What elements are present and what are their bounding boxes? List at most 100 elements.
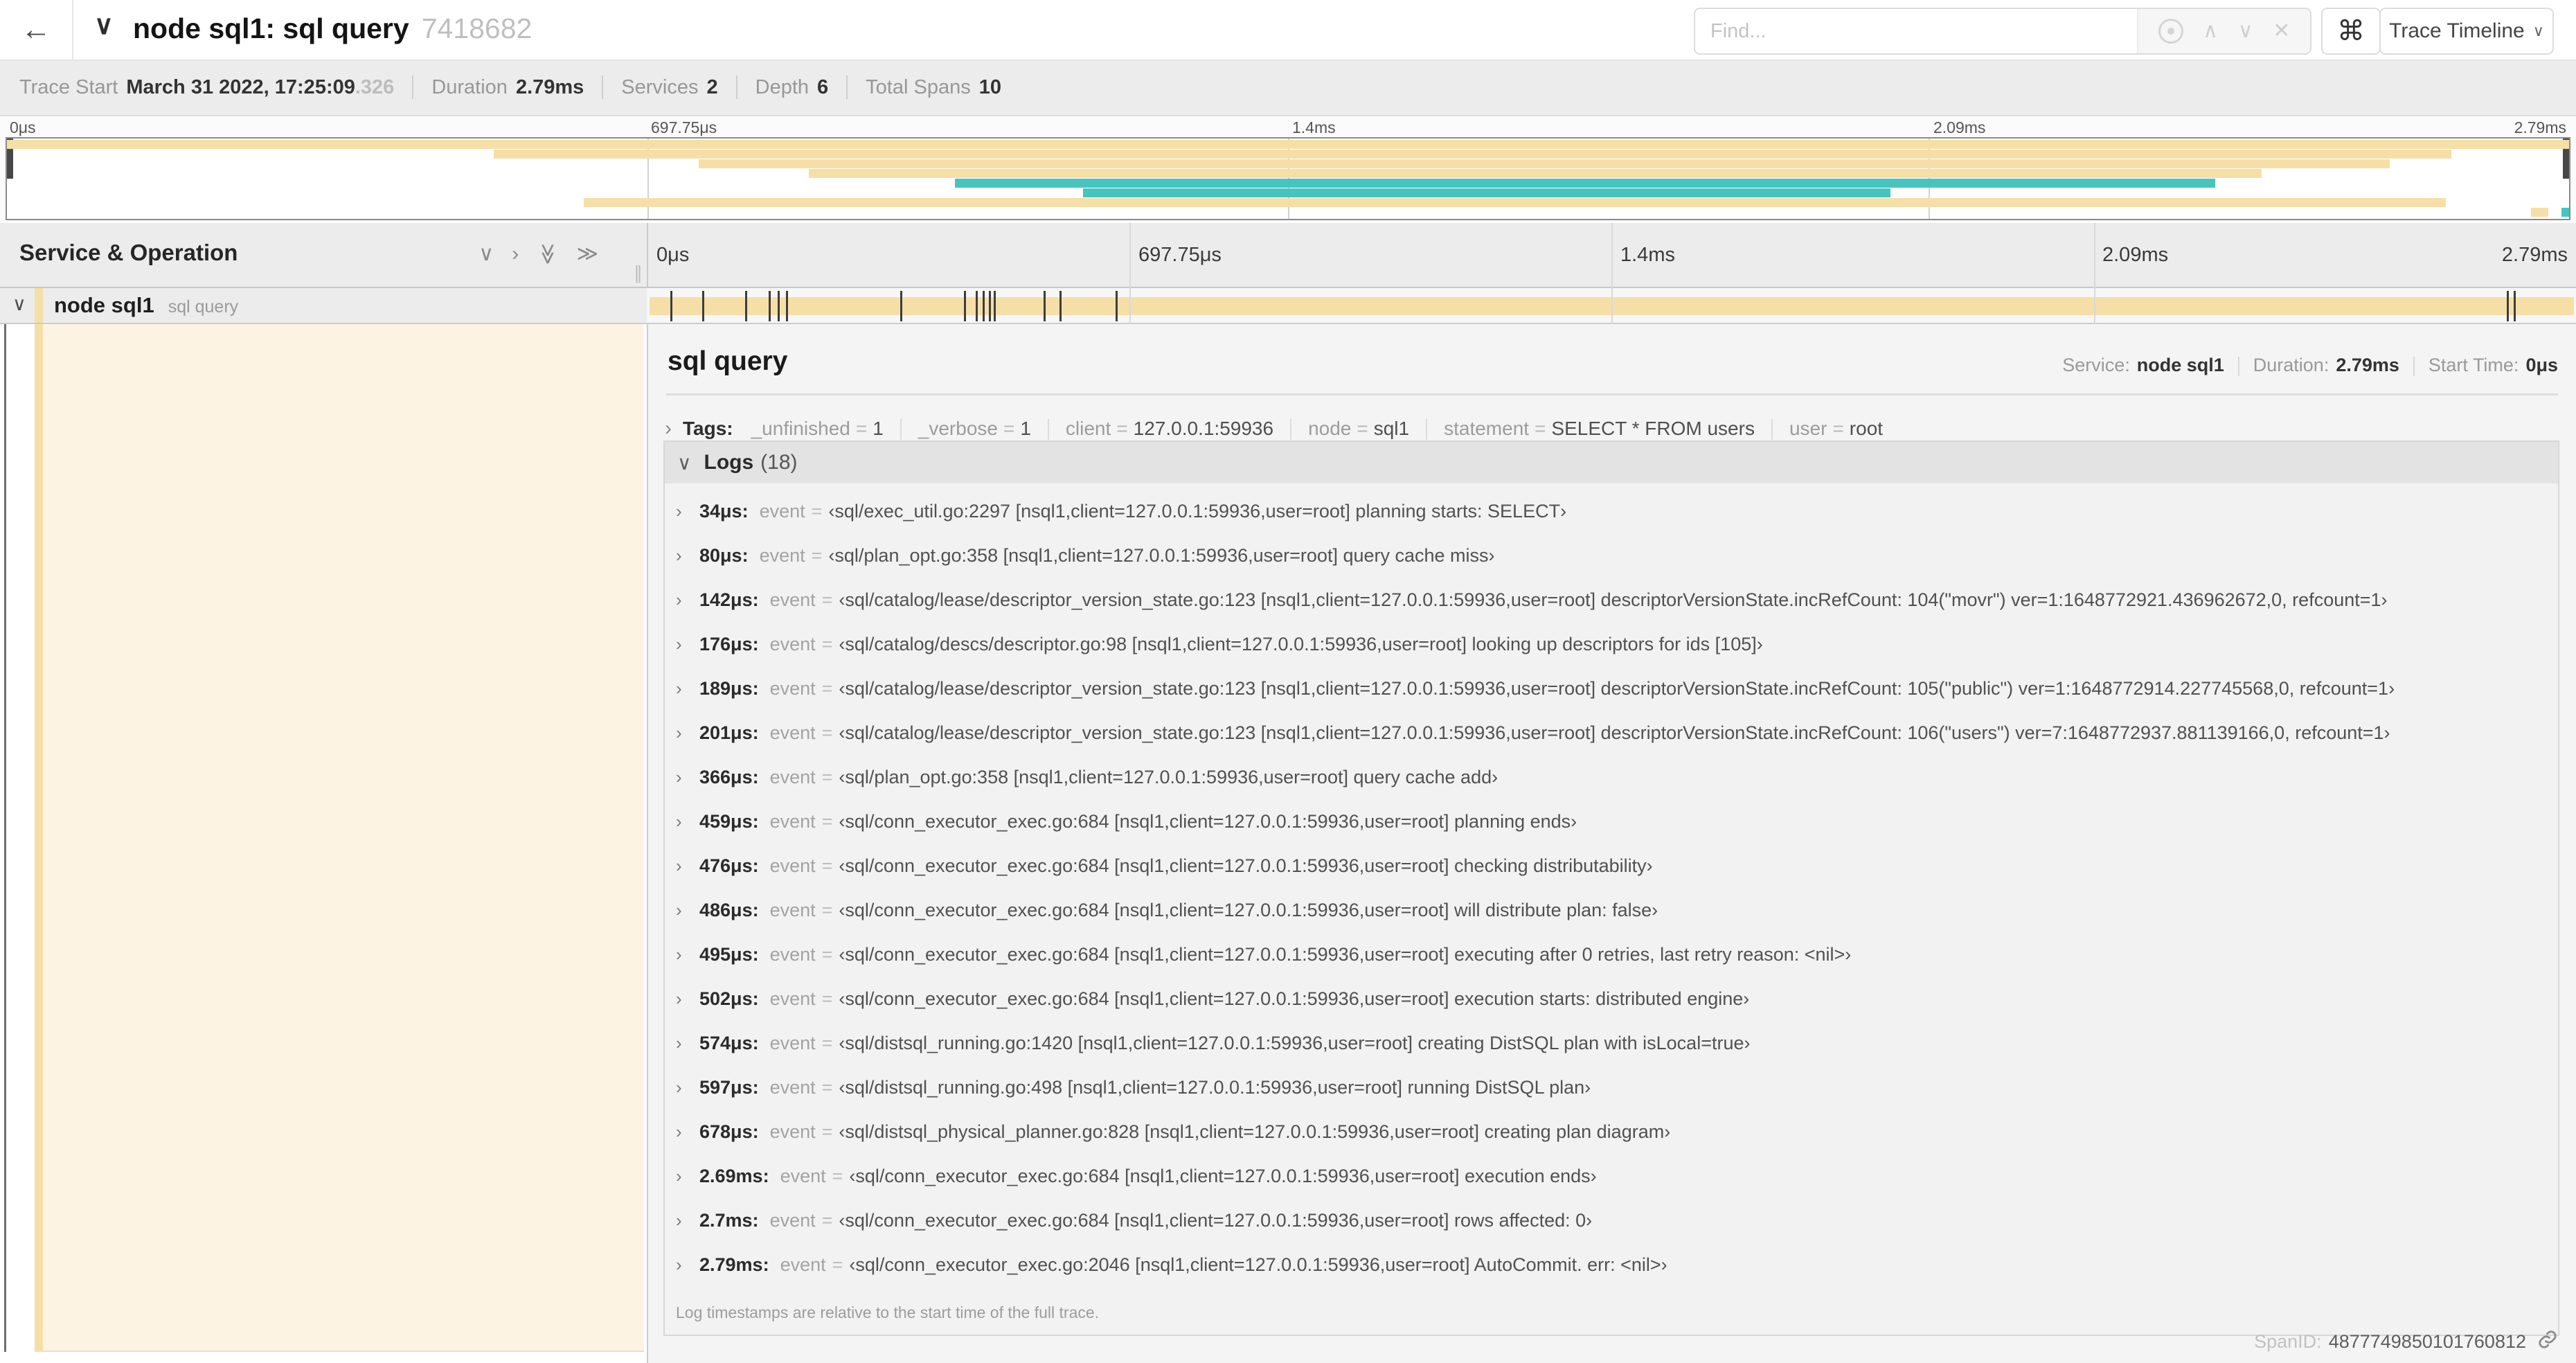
log-marker [1059,291,1062,321]
span-collapse-chevron-icon[interactable]: ∨ [12,294,26,315]
log-message: ‹sql/conn_executor_exec.go:684 [nsql1,cl… [839,810,1577,832]
log-entry-row[interactable]: › 2.7ms: event = ‹sql/conn_executor_exec.go:… [665,1198,2558,1242]
log-expand-chevron-icon[interactable]: › [676,1166,699,1187]
log-expand-chevron-icon[interactable]: › [676,1077,699,1098]
log-entry-row[interactable]: › 495μs: event = ‹sql/conn_executor_exec.go:… [665,932,2558,977]
log-expand-chevron-icon[interactable]: › [676,501,699,522]
log-expand-chevron-icon[interactable]: › [676,1121,699,1143]
logs-header[interactable]: ∨ Logs (18) [665,442,2558,483]
summary-value: 2 [706,75,718,98]
log-field-name: event [759,500,805,522]
logs-section: ∨ Logs (18) › 34μs: event = ‹sql/exec_util.g… [663,440,2559,1336]
log-entry-row[interactable]: › 366μs: event = ‹sql/plan_opt.go:358 [nsql1… [665,755,2558,799]
log-entry-row[interactable]: › 80μs: event = ‹sql/plan_opt.go:358 [nsql1,… [665,533,2558,578]
find-input[interactable] [1695,9,2137,53]
log-expand-chevron-icon[interactable]: › [676,811,699,832]
log-entry-row[interactable]: › 597μs: event = ‹sql/distsql_running.go:498… [665,1065,2558,1110]
log-equals: = [821,677,833,699]
collapse-one-icon[interactable]: ∨ [478,244,494,265]
log-message: ‹sql/catalog/lease/descriptor_version_st… [839,722,2390,743]
log-entry-row[interactable]: › 142μs: event = ‹sql/catalog/lease/descript… [665,578,2558,622]
log-expand-chevron-icon[interactable]: › [676,855,699,877]
clear-search-icon[interactable]: ✕ [2273,21,2290,42]
log-timestamp: 2.79ms: [699,1254,769,1275]
next-result-icon[interactable]: ∨ [2238,21,2253,42]
log-expand-chevron-icon[interactable]: › [676,988,699,1010]
log-message: ‹sql/conn_executor_exec.go:684 [nsql1,cl… [849,1165,1597,1186]
summary-value: 10 [978,75,1001,98]
log-entry-row[interactable]: › 176μs: event = ‹sql/catalog/descs/descript… [665,622,2558,666]
log-expand-chevron-icon[interactable]: › [676,1254,699,1276]
log-equals: = [821,766,833,787]
log-marker [994,291,996,321]
log-equals: = [821,1076,833,1098]
time-tick-label: 0μs [10,118,36,136]
log-expand-chevron-icon[interactable]: › [676,944,699,965]
summary-item: Trace Start March 31 2022, 17:25:09.326 [19,76,394,99]
view-selector-button[interactable]: Trace Timeline ∨ [2379,8,2554,55]
log-marker [744,291,747,321]
log-expand-chevron-icon[interactable]: › [676,767,699,788]
log-entry-row[interactable]: › 476μs: event = ‹sql/conn_executor_exec.go:… [665,844,2558,888]
log-field-name: event [769,1121,816,1142]
log-entry-row[interactable]: › 459μs: event = ‹sql/conn_executor_exec.go:… [665,799,2558,844]
summary-value: 2.79ms [515,75,584,98]
log-field-name: event [759,544,805,566]
log-entry-row[interactable]: › 574μs: event = ‹sql/distsql_running.go:142… [665,1021,2558,1065]
expand-one-icon[interactable]: › [512,244,519,265]
log-timestamp: 486μs: [699,899,759,920]
summary-label: Duration [431,75,508,98]
tree-controls: ∨ › ≫ ≫ [478,243,598,265]
service-operation-header: Service & Operation ∨ › ≫ ≫ ∥ [0,223,647,288]
log-message: ‹sql/plan_opt.go:358 [nsql1,client=127.0… [839,766,1499,787]
summary-value: March 31 2022, 17:25:09 [126,75,355,98]
log-entry-row[interactable]: › 201μs: event = ‹sql/catalog/lease/descript… [665,711,2558,755]
span-duration-bar[interactable] [650,297,2575,315]
collapse-all-icon[interactable]: ≫ [537,243,560,265]
expand-all-icon[interactable]: ≫ [577,244,598,265]
log-entry-row[interactable]: › 189μs: event = ‹sql/catalog/lease/descript… [665,666,2558,711]
log-expand-chevron-icon[interactable]: › [676,634,699,655]
log-expand-chevron-icon[interactable]: › [676,545,699,567]
column-resizer-grip[interactable]: ∥ [634,262,643,284]
log-expand-chevron-icon[interactable]: › [676,678,699,700]
expanded-row-backdrop [43,324,644,1352]
log-entry-row[interactable]: › 2.69ms: event = ‹sql/conn_executor_exec.go… [665,1154,2558,1198]
log-expand-chevron-icon[interactable]: › [676,1210,699,1231]
log-marker [989,291,992,321]
minimap-canvas[interactable] [6,137,2570,220]
tag-key: node [1308,417,1352,439]
logs-count: (18) [760,451,798,474]
log-expand-chevron-icon[interactable]: › [676,589,699,611]
tag-divider [1047,419,1049,440]
locate-icon[interactable] [2158,19,2183,44]
log-message: ‹sql/distsql_physical_planner.go:828 [ns… [839,1121,1671,1142]
trace-summary: Trace Start March 31 2022, 17:25:09.326 Du… [0,60,2576,116]
log-field-name: event [780,1165,826,1186]
link-icon[interactable] [2537,1329,2558,1355]
keyboard-shortcuts-button[interactable]: ⌘ [2321,8,2381,55]
back-button[interactable]: ← [0,0,73,60]
log-expand-chevron-icon[interactable]: › [676,722,699,744]
prev-result-icon[interactable]: ∧ [2203,21,2218,42]
log-timestamp: 176μs: [699,633,759,654]
span-bar-track[interactable] [647,288,2576,324]
log-marker [701,291,704,321]
span-row-label[interactable]: ∨ node sql1 sql query [0,288,647,324]
log-entry-row[interactable]: › 502μs: event = ‹sql/conn_executor_exec.go:… [665,977,2558,1021]
log-entry-row[interactable]: › 2.79ms: event = ‹sql/conn_executor_exec.go… [665,1242,2558,1287]
span-id-label: SpanID: [2254,1331,2322,1352]
log-entry-row[interactable]: › 486μs: event = ‹sql/conn_executor_exec.go:… [665,888,2558,932]
span-id-value: 4877749850101760812 [2328,1331,2526,1352]
log-marker [983,291,985,321]
trace-collapse-chevron-icon[interactable]: ∨ [94,10,114,41]
log-expand-chevron-icon[interactable]: › [676,1033,699,1054]
timeline-ruler: 0μs 697.75μs 1.4ms 2.09ms 2.79ms [647,223,2576,288]
minimap-span-bar [494,150,2451,159]
log-expand-chevron-icon[interactable]: › [676,900,699,921]
log-entry-row[interactable]: › 678μs: event = ‹sql/distsql_physical_plann… [665,1110,2558,1154]
meta-label: Start Time: [2428,355,2519,375]
log-equals: = [821,899,833,920]
log-entry-row[interactable]: › 34μs: event = ‹sql/exec_util.go:2297 [nsql… [665,489,2558,533]
log-equals: = [821,943,833,965]
